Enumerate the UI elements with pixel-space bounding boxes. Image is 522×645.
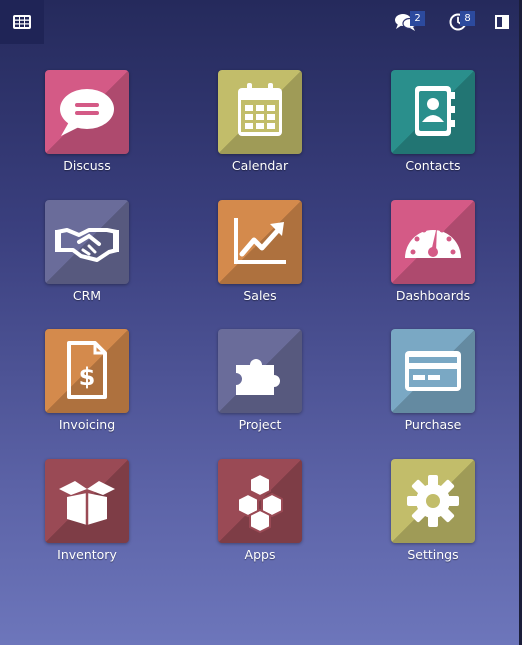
app-tile[interactable] bbox=[45, 200, 129, 284]
app-discuss[interactable]: Discuss bbox=[17, 70, 157, 180]
app-sales[interactable]: Sales bbox=[190, 200, 330, 310]
app-tile[interactable]: $ bbox=[45, 329, 129, 413]
app-label: Inventory bbox=[57, 547, 117, 562]
app-label: Invoicing bbox=[58, 417, 116, 432]
app-label: Contacts bbox=[405, 158, 461, 173]
app-label: Settings bbox=[407, 547, 459, 562]
app-tile[interactable] bbox=[45, 459, 129, 543]
app-tile[interactable] bbox=[391, 200, 475, 284]
app-grid: Discuss Calendar Contacts CRM Sales Dash… bbox=[0, 0, 522, 645]
app-invoicing[interactable]: $ Invoicing bbox=[17, 329, 157, 439]
app-tile[interactable] bbox=[45, 70, 129, 154]
app-purchase[interactable]: Purchase bbox=[363, 329, 503, 439]
cubes-icon bbox=[237, 472, 283, 534]
address-book-icon bbox=[415, 86, 455, 136]
app-contacts[interactable]: Contacts bbox=[363, 70, 503, 180]
app-tile[interactable] bbox=[391, 329, 475, 413]
app-project[interactable]: Project bbox=[190, 329, 330, 439]
app-crm[interactable]: CRM bbox=[17, 200, 157, 310]
app-calendar[interactable]: Calendar bbox=[190, 70, 330, 180]
app-dashboards[interactable]: Dashboards bbox=[363, 200, 503, 310]
app-settings[interactable]: Settings bbox=[363, 459, 503, 569]
gauge-icon bbox=[405, 226, 461, 258]
gear-icon bbox=[407, 475, 459, 527]
trend-chart-icon bbox=[234, 218, 286, 264]
svg-text:$: $ bbox=[79, 363, 96, 391]
app-tile[interactable] bbox=[218, 70, 302, 154]
app-label: Sales bbox=[243, 288, 277, 303]
app-tile[interactable] bbox=[218, 459, 302, 543]
app-tile[interactable] bbox=[391, 459, 475, 543]
app-label: Project bbox=[238, 417, 282, 432]
speech-bubble-icon bbox=[60, 89, 114, 136]
app-label: Apps bbox=[244, 547, 276, 562]
app-label: Purchase bbox=[404, 417, 462, 432]
app-tile[interactable] bbox=[218, 200, 302, 284]
app-label: Discuss bbox=[63, 158, 111, 173]
app-tile[interactable] bbox=[218, 329, 302, 413]
box-icon bbox=[59, 481, 115, 525]
invoice-dollar-icon: $ bbox=[67, 341, 107, 399]
app-inventory[interactable]: Inventory bbox=[17, 459, 157, 569]
app-label: Calendar bbox=[231, 158, 289, 173]
app-label: Dashboards bbox=[395, 288, 471, 303]
app-label: CRM bbox=[72, 288, 102, 303]
calendar-icon bbox=[238, 83, 282, 136]
credit-card-icon bbox=[405, 351, 461, 391]
app-tile[interactable] bbox=[391, 70, 475, 154]
puzzle-icon bbox=[236, 359, 280, 395]
app-apps[interactable]: Apps bbox=[190, 459, 330, 569]
handshake-icon bbox=[55, 228, 119, 262]
